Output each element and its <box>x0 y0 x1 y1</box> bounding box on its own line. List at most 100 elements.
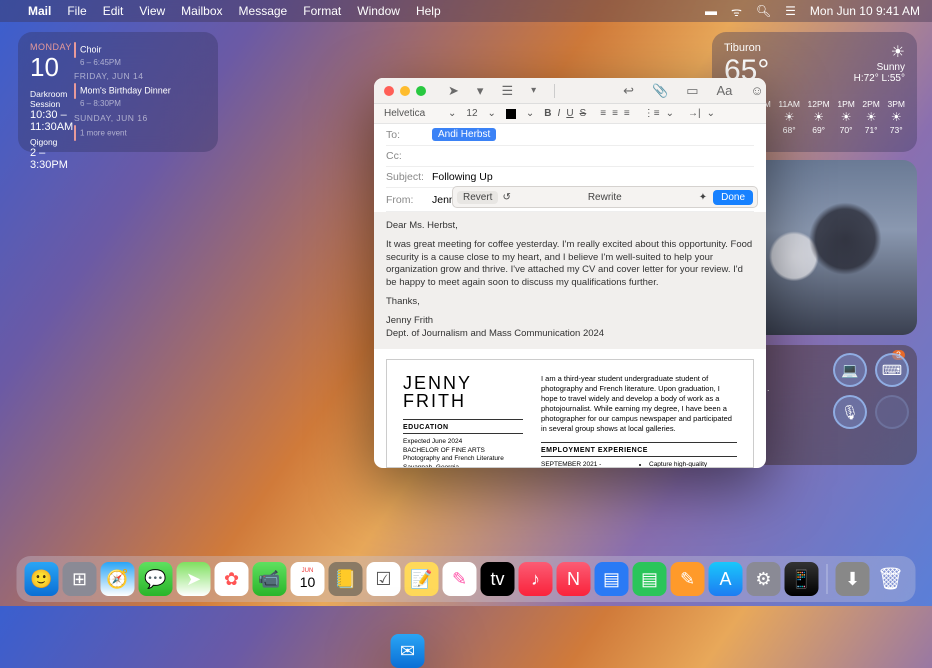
italic-button[interactable]: I <box>558 108 561 119</box>
menu-mailbox[interactable]: Mailbox <box>181 4 222 18</box>
weather-icon: ☀︎ <box>778 110 800 124</box>
emoji-icon[interactable]: ☺ <box>750 83 763 98</box>
sparkle-icon[interactable]: ✦ <box>699 192 707 203</box>
list-icon[interactable]: ⋮≡ <box>644 108 660 119</box>
minimize-button[interactable] <box>400 86 410 96</box>
header-fields-icon[interactable]: ☰ <box>501 83 513 99</box>
battery-icon[interactable]: ▬ <box>705 4 717 18</box>
hour-temp: 69° <box>808 125 830 135</box>
dock-trash[interactable]: 🗑 <box>874 562 908 596</box>
dock-music[interactable]: ♪ <box>519 562 553 596</box>
dock-iphone-mirror[interactable]: 📱 <box>785 562 819 596</box>
mic-icon[interactable]: 🎙 <box>833 395 867 429</box>
indent-icon[interactable]: →| <box>688 108 701 119</box>
menu-help[interactable]: Help <box>416 4 441 18</box>
hour-label: 3PM <box>887 99 904 109</box>
menu-format[interactable]: Format <box>303 4 341 18</box>
day-header: FRIDAY, JUN 14 <box>74 71 206 82</box>
body-greeting: Dear Ms. Herbst, <box>386 220 754 233</box>
dock-maps[interactable]: ➤ <box>177 562 211 596</box>
chevron-icon[interactable]: ⌄ <box>707 108 715 119</box>
dock-contacts[interactable]: 📒 <box>329 562 363 596</box>
cal-day: 10 <box>300 574 316 590</box>
resume-bullet: Capture high-quality photographs to acco… <box>649 461 737 468</box>
app-menu[interactable]: Mail <box>28 4 51 18</box>
zoom-button[interactable] <box>416 86 426 96</box>
menu-file[interactable]: File <box>67 4 86 18</box>
wifi-icon[interactable]: ᯤ <box>731 3 742 20</box>
event-time: 10:30 – 11:30AM <box>30 109 74 133</box>
resume-line: BACHELOR OF FINE ARTS <box>403 447 523 455</box>
photo-browser-icon[interactable]: ▭ <box>686 83 698 99</box>
resume-attachment[interactable]: JENNYFRITH EDUCATION Expected June 2024 … <box>386 359 754 469</box>
more-events: 1 more event <box>80 128 127 137</box>
menu-message[interactable]: Message <box>239 4 288 18</box>
dock-appstore[interactable]: A <box>709 562 743 596</box>
dock-downloads[interactable]: ⬇ <box>836 562 870 596</box>
color-swatch[interactable] <box>506 109 516 119</box>
resume-bio: I am a third-year student undergraduate … <box>541 374 737 435</box>
message-body[interactable]: Dear Ms. Herbst, It was great meeting fo… <box>374 212 766 349</box>
dock-pages[interactable]: ✎ <box>671 562 705 596</box>
laptop-icon[interactable]: 💻 <box>833 353 867 387</box>
dock-finder[interactable]: 🙂 <box>25 562 59 596</box>
chevron-icon[interactable]: ⌄ <box>666 108 674 119</box>
undo-icon[interactable]: ↺ <box>502 192 510 203</box>
bold-button[interactable]: B <box>544 108 551 119</box>
dock-settings[interactable]: ⚙ <box>747 562 781 596</box>
dock-notes[interactable]: 📝 <box>405 562 439 596</box>
dock-numbers[interactable]: ▤ <box>633 562 667 596</box>
dock-launchpad[interactable]: ⊞ <box>63 562 97 596</box>
event-title: Darkroom Session <box>30 89 74 109</box>
underline-button[interactable]: U <box>566 108 573 119</box>
hour-label: 1PM <box>837 99 854 109</box>
menubar-clock[interactable]: Mon Jun 10 9:41 AM <box>810 4 920 18</box>
dock-messages[interactable]: 💬 <box>139 562 173 596</box>
dock: 🙂 ⊞ 🧭 💬 ✉︎ ➤ ✿ 📹 JUN10 📒 ☑ 📝 ✎ tv ♪ N ▤ … <box>17 556 916 602</box>
keyboard-icon[interactable]: ⌨ <box>875 353 909 387</box>
chevron-icon[interactable]: ⌄ <box>488 108 496 119</box>
done-button[interactable]: Done <box>713 190 753 205</box>
font-size[interactable]: 12 <box>466 108 477 119</box>
menu-edit[interactable]: Edit <box>103 4 124 18</box>
dropdown-icon[interactable]: ▾ <box>531 85 536 96</box>
dock-photos[interactable]: ✿ <box>215 562 249 596</box>
format-icon[interactable]: Aa <box>717 83 733 98</box>
hour-temp: 68° <box>778 125 800 135</box>
chevron-icon[interactable]: ⌄ <box>448 108 456 119</box>
spotlight-icon[interactable]: 🔍︎ <box>756 4 771 18</box>
chevron-icon[interactable]: ⌄ <box>526 108 534 119</box>
day-header: SUNDAY, JUN 16 <box>74 113 206 124</box>
resume-line: SEPTEMBER 2021 - PRESENT <box>541 461 631 468</box>
dropdown-icon[interactable]: ▾ <box>477 83 484 99</box>
subject-field[interactable]: Following Up <box>432 171 493 183</box>
reply-icon[interactable]: ↩ <box>623 83 634 99</box>
calendar-widget[interactable]: MONDAY 10 Darkroom Session 10:30 – 11:30… <box>18 32 218 152</box>
dock-keynote[interactable]: ▤ <box>595 562 629 596</box>
dock-tv[interactable]: tv <box>481 562 515 596</box>
menu-window[interactable]: Window <box>357 4 400 18</box>
window-titlebar[interactable]: ➤ ▾ ☰ ▾ ↩ 📎 ▭ Aa ☺ ▣ ▾ <box>374 78 766 104</box>
dock-freeform[interactable]: ✎ <box>443 562 477 596</box>
align-right-icon[interactable]: ≡ <box>624 108 630 119</box>
dock-news[interactable]: N <box>557 562 591 596</box>
revert-button[interactable]: Revert <box>457 191 498 204</box>
send-icon[interactable]: ➤ <box>448 83 459 99</box>
control-center-icon[interactable]: ☰ <box>785 4 796 18</box>
dock-safari[interactable]: 🧭 <box>101 562 135 596</box>
font-select[interactable]: Helvetica <box>384 108 438 119</box>
dock-reminders[interactable]: ☑ <box>367 562 401 596</box>
menu-view[interactable]: View <box>139 4 165 18</box>
mail-compose-window: ➤ ▾ ☰ ▾ ↩ 📎 ▭ Aa ☺ ▣ ▾ Helvetica ⌄ 12 ⌄ … <box>374 78 766 468</box>
attach-icon[interactable]: 📎 <box>652 83 668 99</box>
close-button[interactable] <box>384 86 394 96</box>
align-left-icon[interactable]: ≡ <box>600 108 606 119</box>
recipient-pill[interactable]: Andi Herbst <box>432 128 496 141</box>
traffic-lights <box>384 86 426 96</box>
dock-calendar[interactable]: JUN10 <box>291 562 325 596</box>
align-center-icon[interactable]: ≡ <box>612 108 618 119</box>
dock-mail[interactable]: ✉︎ <box>391 634 425 668</box>
dock-facetime[interactable]: 📹 <box>253 562 287 596</box>
strike-button[interactable]: S <box>580 108 587 119</box>
calendar-dow: MONDAY <box>30 42 74 52</box>
